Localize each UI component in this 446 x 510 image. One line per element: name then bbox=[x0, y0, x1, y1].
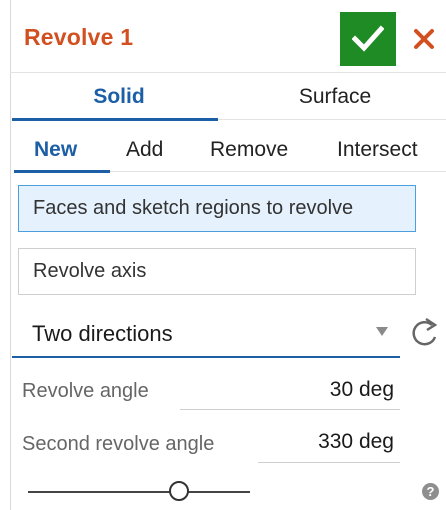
flip-direction-icon bbox=[412, 317, 438, 346]
tabs-separator bbox=[218, 119, 446, 120]
header-separator bbox=[10, 72, 446, 73]
faces-selection-field[interactable]: Faces and sketch regions to revolve bbox=[18, 185, 416, 232]
revolve-axis-field[interactable]: Revolve axis bbox=[18, 248, 416, 295]
dropdown-arrow-icon bbox=[376, 327, 388, 336]
revolve-feature-dialog: Revolve 1 Solid Surface New Add Remove I… bbox=[0, 0, 446, 510]
accept-button[interactable] bbox=[340, 12, 396, 66]
panel-left-border bbox=[10, 0, 11, 510]
op-tab-new[interactable]: New bbox=[34, 128, 77, 172]
second-revolve-angle-label: Second revolve angle bbox=[22, 433, 215, 455]
faces-selection-placeholder: Faces and sketch regions to revolve bbox=[33, 197, 354, 219]
revolve-type-select[interactable]: Two directions bbox=[12, 307, 400, 359]
op-tab-new-underline bbox=[14, 170, 110, 173]
tab-surface[interactable]: Surface bbox=[238, 74, 432, 120]
second-revolve-angle-underline bbox=[258, 462, 400, 463]
op-tab-remove[interactable]: Remove bbox=[210, 128, 288, 172]
revolve-type-value: Two directions bbox=[32, 321, 173, 346]
second-revolve-angle-input[interactable]: 330 deg bbox=[292, 430, 394, 454]
revolve-axis-placeholder: Revolve axis bbox=[33, 260, 147, 282]
tab-solid-underline bbox=[12, 118, 218, 121]
cancel-button[interactable] bbox=[407, 20, 441, 58]
op-tab-add[interactable]: Add bbox=[126, 128, 163, 172]
op-tab-intersect[interactable]: Intersect bbox=[337, 128, 418, 172]
checkmark-icon bbox=[352, 25, 384, 52]
preview-slider-thumb[interactable] bbox=[168, 481, 189, 501]
flip-direction-button[interactable] bbox=[408, 316, 442, 352]
revolve-angle-label: Revolve angle bbox=[22, 380, 149, 402]
close-icon bbox=[414, 29, 434, 49]
op-tabs-separator bbox=[110, 171, 446, 172]
revolve-angle-underline bbox=[180, 409, 400, 410]
feature-title: Revolve 1 bbox=[24, 24, 134, 50]
revolve-type-underline bbox=[12, 356, 400, 358]
preview-slider-track[interactable] bbox=[28, 491, 250, 493]
revolve-angle-input[interactable]: 30 deg bbox=[296, 378, 394, 402]
help-icon[interactable]: ? bbox=[422, 483, 439, 500]
tab-solid[interactable]: Solid bbox=[20, 74, 218, 120]
